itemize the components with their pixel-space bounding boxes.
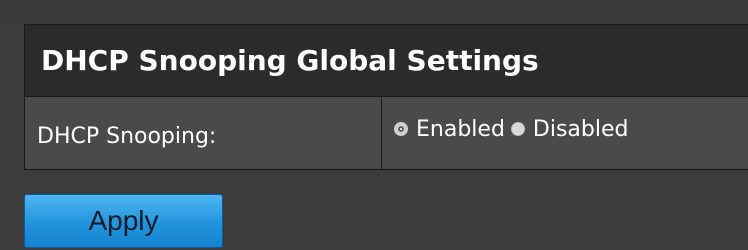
dhcp-snooping-options: Enabled Disabled — [382, 97, 748, 169]
disabled-option[interactable]: Disabled — [510, 117, 629, 142]
dhcp-snooping-label: DHCP Snooping: — [37, 123, 217, 149]
enabled-option[interactable]: Enabled — [394, 117, 505, 142]
dhcp-snooping-row: DHCP Snooping: Enabled Disabled — [25, 97, 748, 170]
apply-button[interactable]: Apply — [24, 194, 223, 248]
top-strip — [0, 0, 748, 24]
enabled-radio[interactable] — [394, 122, 408, 136]
dhcp-snooping-label-cell: DHCP Snooping: — [25, 97, 382, 169]
section-header: DHCP Snooping Global Settings — [25, 25, 748, 97]
enabled-label[interactable]: Enabled — [416, 117, 505, 142]
section-title: DHCP Snooping Global Settings — [41, 44, 539, 77]
disabled-label[interactable]: Disabled — [533, 117, 629, 142]
disabled-radio[interactable] — [510, 122, 525, 136]
dhcp-snooping-settings-table: DHCP Snooping Global Settings DHCP Snoop… — [24, 24, 748, 170]
